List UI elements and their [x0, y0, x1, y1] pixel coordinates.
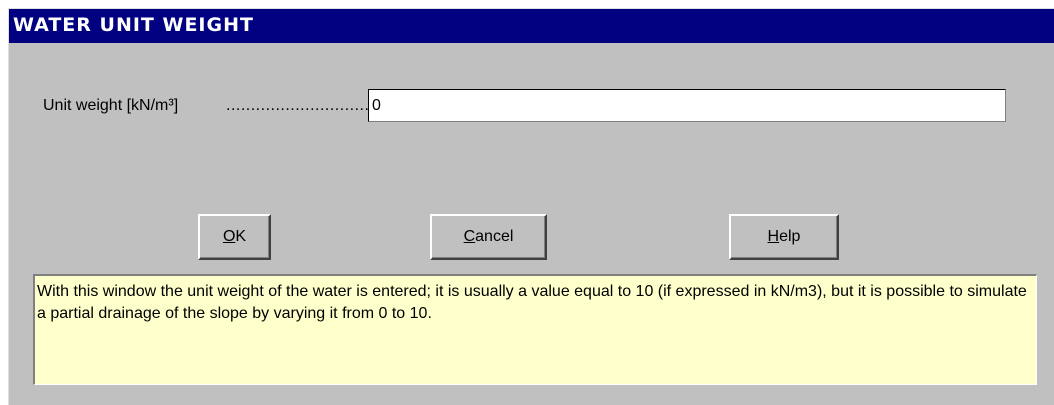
title-bar[interactable]: WATER UNIT WEIGHT — [9, 9, 1054, 43]
unit-weight-input[interactable]: 0 — [368, 89, 1006, 122]
ok-label: K — [235, 228, 247, 245]
dialog-window: WATER UNIT WEIGHT Unit weight [kN/m³] ..… — [8, 8, 1054, 405]
cancel-mnemonic: C — [463, 228, 476, 245]
window-title: WATER UNIT WEIGHT — [13, 14, 254, 36]
cancel-label: ancel — [475, 228, 514, 245]
cancel-button[interactable]: Cancel — [430, 214, 547, 260]
help-button[interactable]: Help — [729, 214, 839, 260]
label-dot-leader: ........................................… — [226, 97, 368, 114]
unit-weight-label: Unit weight [kN/m³] — [43, 97, 179, 114]
ok-button[interactable]: OK — [198, 214, 271, 260]
help-label: elp — [779, 228, 801, 245]
help-text-box: With this window the unit weight of the … — [33, 274, 1037, 385]
ok-mnemonic: O — [222, 228, 236, 245]
help-mnemonic: H — [767, 228, 780, 245]
